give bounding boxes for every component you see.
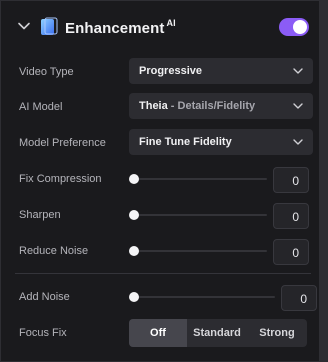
slider-track (133, 214, 267, 216)
video-type-label: Video Type (19, 66, 74, 78)
slider-thumb[interactable] (129, 246, 139, 256)
model-preference-select[interactable]: Fine Tune Fidelity (129, 129, 313, 155)
sharpen-input[interactable]: 0 (273, 203, 309, 229)
slider-thumb[interactable] (129, 210, 139, 220)
section-title-text: Enhancement (65, 20, 165, 37)
fix-compression-label: Fix Compression (19, 173, 102, 185)
enhancement-icon (41, 17, 58, 35)
panel-scroll-gutter (320, 0, 328, 362)
sharpen-slider[interactable] (129, 209, 267, 221)
focus-fix-label: Focus Fix (19, 327, 67, 339)
ai-model-select[interactable]: Theia - Details/Fidelity (129, 93, 313, 119)
ai-model-value: Theia - Details/Fidelity (139, 100, 255, 112)
sharpen-label: Sharpen (19, 209, 61, 221)
toggle-knob (293, 20, 307, 34)
chevron-down-icon (293, 103, 303, 109)
ai-model-name: Theia (139, 100, 168, 112)
enhancement-panel: Enhancement AI Video Type Progressive AI … (0, 0, 320, 362)
add-noise-input[interactable]: 0 (281, 285, 317, 311)
focus-fix-option-strong[interactable]: Strong (247, 319, 307, 347)
ai-badge: AI (166, 18, 176, 28)
focus-fix-segmented-control: Off Standard Strong (129, 319, 307, 347)
slider-thumb[interactable] (129, 292, 139, 302)
reduce-noise-slider[interactable] (129, 245, 267, 257)
model-preference-value: Fine Tune Fidelity (139, 136, 232, 148)
section-divider (15, 273, 311, 274)
video-type-select[interactable]: Progressive (129, 58, 313, 84)
chevron-down-icon[interactable] (17, 19, 31, 33)
reduce-noise-label: Reduce Noise (19, 245, 89, 257)
enhancement-toggle[interactable] (279, 18, 309, 36)
section-title: Enhancement AI (65, 18, 176, 37)
add-noise-label: Add Noise (19, 291, 70, 303)
focus-fix-option-standard[interactable]: Standard (187, 319, 247, 347)
slider-track (133, 296, 275, 298)
chevron-down-icon (293, 139, 303, 145)
sharpen-value: 0 (292, 210, 299, 224)
fix-compression-input[interactable]: 0 (273, 167, 309, 193)
slider-track (133, 178, 267, 180)
enhancement-header[interactable]: Enhancement AI (1, 1, 321, 53)
focus-fix-option-off[interactable]: Off (129, 319, 187, 347)
video-type-value: Progressive (139, 65, 202, 77)
chevron-down-icon (293, 68, 303, 74)
slider-track (133, 250, 267, 252)
fix-compression-slider[interactable] (129, 173, 267, 185)
fix-compression-value: 0 (292, 174, 299, 188)
ai-model-subtitle: - Details/Fidelity (167, 100, 256, 112)
add-noise-value: 0 (300, 292, 307, 306)
model-preference-label: Model Preference (19, 137, 106, 149)
reduce-noise-input[interactable]: 0 (273, 239, 309, 265)
slider-thumb[interactable] (129, 174, 139, 184)
add-noise-slider[interactable] (129, 291, 275, 303)
reduce-noise-value: 0 (292, 246, 299, 260)
ai-model-label: AI Model (19, 101, 63, 113)
